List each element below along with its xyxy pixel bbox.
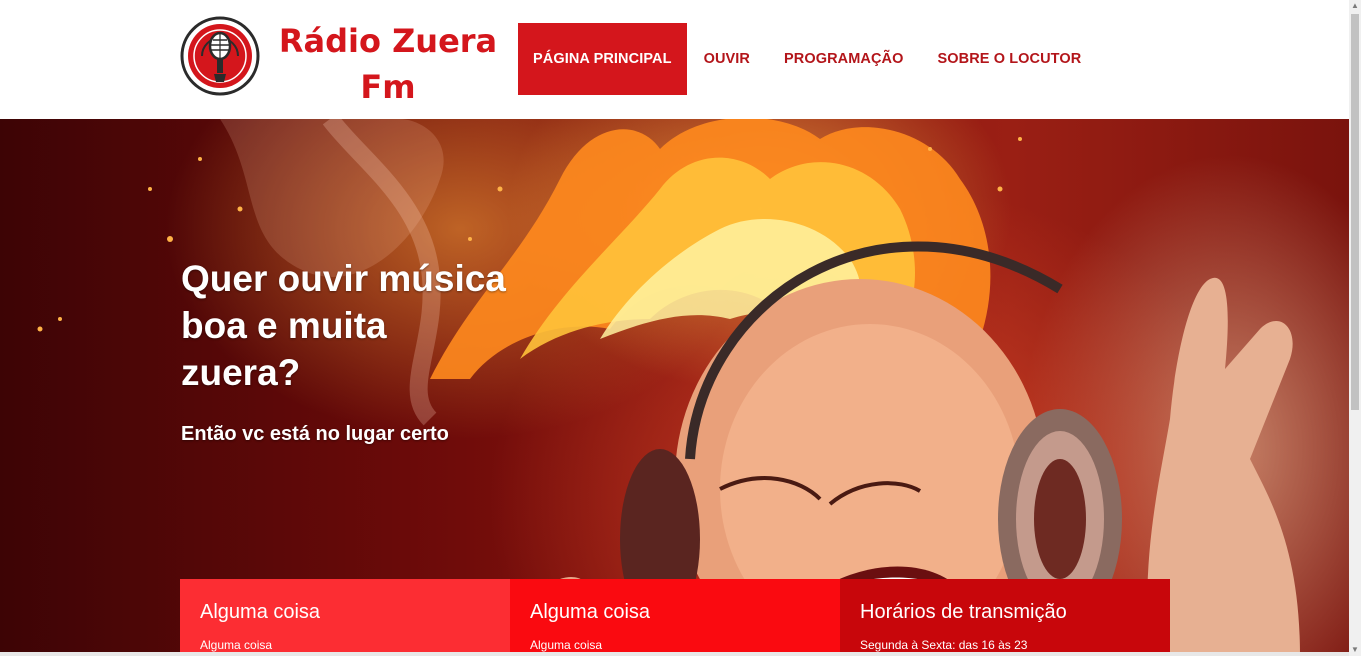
brand-title[interactable]: Rádio Zuera Fm — [272, 18, 504, 110]
hero-subtitle: Então vc está no lugar certo — [181, 423, 449, 445]
card-text: Alguma coisa — [200, 638, 273, 652]
hero-title-line1: Quer ouvir música — [181, 258, 506, 299]
vertical-scrollbar[interactable]: ▲ ▼ — [1349, 0, 1361, 656]
hero-title: Quer ouvir música boa e muita zuera? — [181, 255, 561, 396]
brand-title-line1: Rádio Zuera — [278, 22, 498, 60]
microphone-icon[interactable] — [180, 16, 260, 96]
hero-title-line3: zuera? — [181, 352, 301, 393]
hero-title-line2: boa e muita — [181, 305, 387, 346]
scrollbar-thumb[interactable] — [1351, 14, 1359, 410]
scroll-up-icon[interactable]: ▲ — [1349, 0, 1361, 12]
card-title: Alguma coisa — [200, 601, 321, 623]
info-card-1: Alguma coisa Alguma coisa — [180, 579, 510, 656]
site-header: Rádio Zuera Fm PÁGINA PRINCIPAL OUVIR PR… — [0, 0, 1349, 119]
brand-title-line2: Fm — [360, 68, 416, 106]
nav-item-sobre-o-locutor[interactable]: SOBRE O LOCUTOR — [921, 23, 1099, 95]
card-text: Segunda à Sexta: das 16 às 23 — [860, 638, 1028, 652]
nav-item-pagina-principal[interactable]: PÁGINA PRINCIPAL — [518, 23, 687, 95]
hero-banner: Quer ouvir música boa e muita zuera? Ent… — [0, 119, 1349, 656]
page: Rádio Zuera Fm PÁGINA PRINCIPAL OUVIR PR… — [0, 0, 1349, 656]
card-title: Horários de transmição — [860, 601, 1067, 623]
card-title: Alguma coisa — [530, 601, 651, 623]
horizontal-scrollbar[interactable] — [0, 652, 1349, 656]
info-card-schedule: Horários de transmição Segunda à Sexta: … — [840, 579, 1170, 656]
nav-item-programacao[interactable]: PROGRAMAÇÃO — [767, 23, 921, 95]
info-card-2: Alguma coisa Alguma coisa — [510, 579, 840, 656]
main-nav: PÁGINA PRINCIPAL OUVIR PROGRAMAÇÃO SOBRE… — [518, 23, 1098, 95]
card-text: Alguma coisa — [530, 638, 603, 652]
scroll-down-icon[interactable]: ▼ — [1349, 644, 1361, 656]
nav-item-ouvir[interactable]: OUVIR — [687, 23, 767, 95]
